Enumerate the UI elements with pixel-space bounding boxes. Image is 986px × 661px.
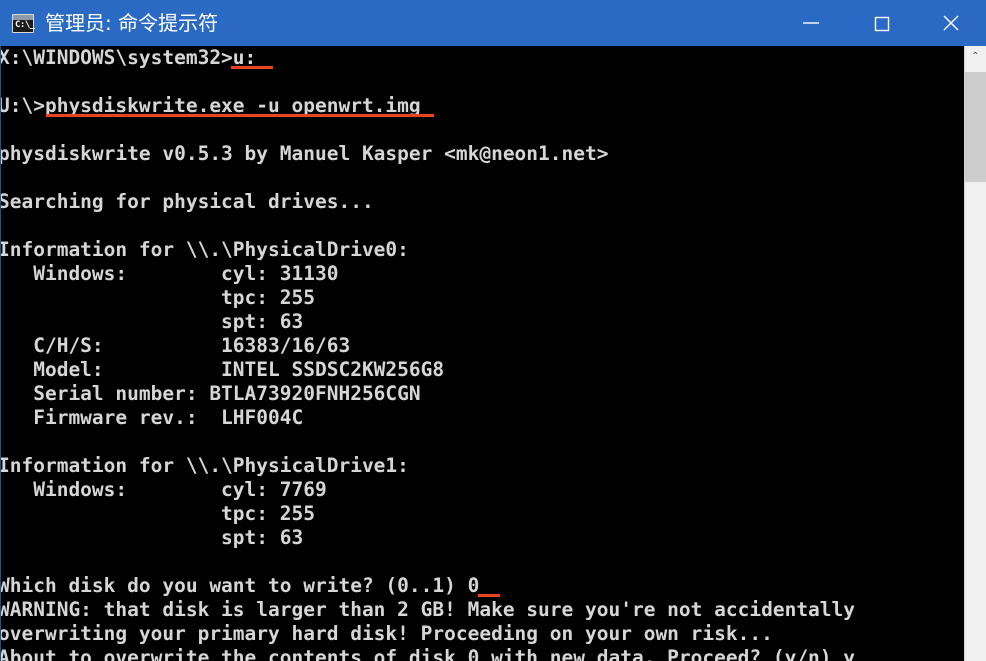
- scrollbar-thumb[interactable]: [965, 72, 986, 182]
- console-icon: C:\_: [12, 13, 35, 33]
- console-line: C/H/S: 16383/16/63: [1, 334, 351, 357]
- minimize-button[interactable]: [776, 0, 846, 46]
- console-line: Which disk do you want to write? (0..1) …: [1, 574, 964, 598]
- console-icon-prompt-text: C:\_: [15, 19, 35, 30]
- console-icon-titlestrip: [13, 14, 33, 20]
- underline-command: [46, 114, 434, 117]
- window-controls: [776, 0, 986, 46]
- maximize-icon: [874, 16, 890, 32]
- console-line: tpc: 255: [1, 286, 315, 309]
- console-line: Information for \\.\PhysicalDrive1:: [1, 454, 409, 477]
- underline-disk-choice: [478, 594, 500, 597]
- close-icon: [943, 15, 959, 31]
- console-line: WARNING: that disk is larger than 2 GB! …: [1, 598, 856, 621]
- console-line: Model: INTEL SSDSC2KW256G8: [1, 358, 445, 381]
- console-line: U:\>physdiskwrite.exe -u openwrt.img: [1, 94, 964, 118]
- console-output[interactable]: X:\WINDOWS\system32>u: U:\>physdiskwrite…: [1, 46, 964, 661]
- console-line: spt: 63: [1, 310, 304, 333]
- console-line: Windows: cyl: 7769: [1, 478, 327, 501]
- console-line: physdiskwrite v0.5.3 by Manuel Kasper <m…: [1, 142, 609, 165]
- console-area: X:\WINDOWS\system32>u: U:\>physdiskwrite…: [0, 46, 986, 661]
- vertical-scrollbar[interactable]: ⌃: [964, 46, 986, 661]
- minimize-icon: [803, 22, 819, 24]
- underline-drive-switch: [231, 66, 273, 69]
- window-title: 管理员: 命令提示符: [45, 11, 219, 35]
- command-prompt-window: C:\_ 管理员: 命令提示符 X:\WINDOWS\system32>u: U…: [0, 0, 986, 661]
- console-line: spt: 63: [1, 526, 304, 549]
- console-line: Firmware rev.: LHF004C: [1, 406, 304, 429]
- console-line: overwriting your primary hard disk! Proc…: [1, 622, 773, 645]
- console-line: Searching for physical drives...: [1, 190, 374, 213]
- title-bar[interactable]: C:\_ 管理员: 命令提示符: [0, 0, 986, 46]
- console-line: tpc: 255: [1, 502, 315, 525]
- console-line: Information for \\.\PhysicalDrive0:: [1, 238, 409, 261]
- console-line: About to overwrite the contents of disk …: [1, 646, 856, 661]
- chevron-up-icon: ⌃: [971, 51, 980, 62]
- console-line: Windows: cyl: 31130: [1, 262, 339, 285]
- close-button[interactable]: [916, 0, 986, 46]
- title-bar-left: C:\_ 管理员: 命令提示符: [0, 12, 776, 34]
- scrollbar-track[interactable]: [965, 68, 986, 661]
- maximize-button[interactable]: [846, 0, 916, 46]
- console-line: Serial number: BTLA73920FNH256CGN: [1, 382, 421, 405]
- scrollbar-up-button[interactable]: ⌃: [965, 46, 986, 68]
- console-line: X:\WINDOWS\system32>u:: [1, 46, 964, 70]
